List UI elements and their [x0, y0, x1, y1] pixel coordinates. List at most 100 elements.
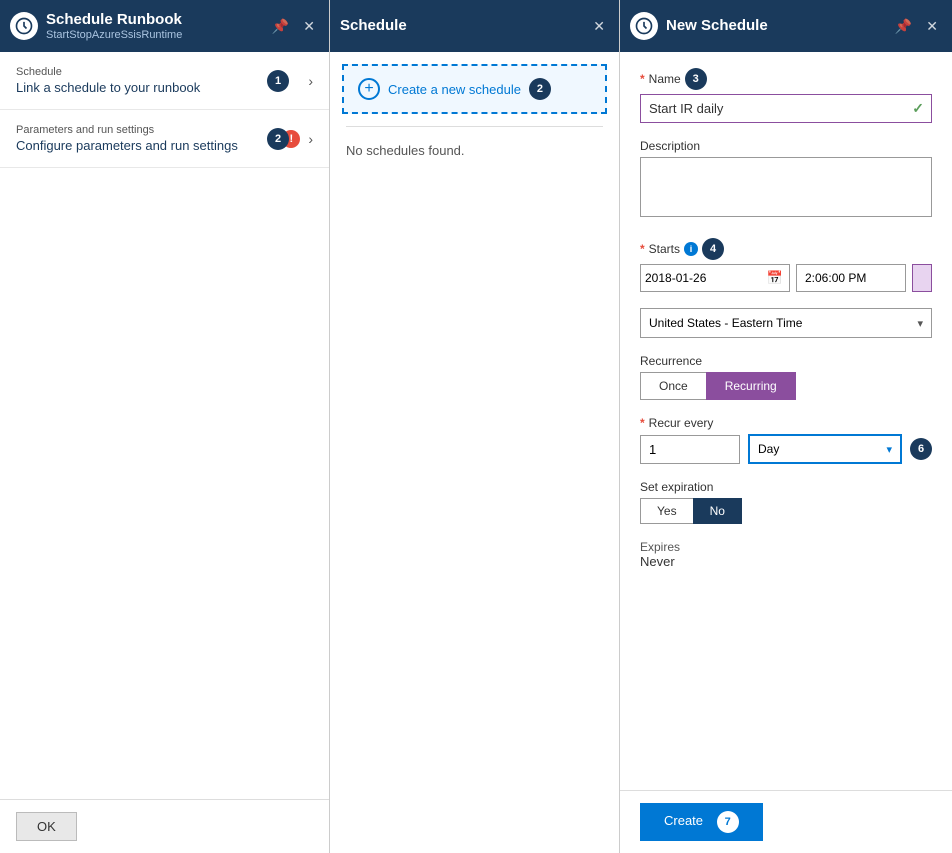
starts-group: * Starts i 4 📅: [640, 238, 932, 292]
set-expiration-label: Set expiration: [640, 480, 932, 494]
middle-panel-title-text: Schedule: [340, 17, 407, 35]
runbook-icon: [10, 12, 38, 40]
recurrence-label: Recurrence: [640, 354, 932, 368]
expires-group: Expires Never: [640, 540, 932, 569]
starts-required-star: *: [640, 242, 645, 256]
step-badge-2: 2: [267, 128, 289, 150]
set-expiration-group: Set expiration Yes No: [640, 480, 932, 524]
starts-row: 📅: [640, 264, 932, 292]
timezone-dropdown-wrap: United States - Eastern Time United Stat…: [640, 308, 932, 338]
nav-item-schedule-category: Schedule: [16, 66, 308, 78]
left-panel: Schedule Runbook StartStopAzureSsisRunti…: [0, 0, 330, 853]
starts-info-icon: i: [684, 242, 698, 256]
name-input-wrap: ✓: [640, 94, 932, 123]
recur-every-group: * Recur every Day Week Month Hour ▾ 6: [640, 416, 932, 464]
starts-label-text: Starts: [649, 242, 680, 256]
timezone-group: United States - Eastern Time United Stat…: [640, 308, 932, 338]
name-group: * Name 3 ✓: [640, 68, 932, 123]
recur-unit-select[interactable]: Day Week Month Hour: [750, 436, 900, 462]
recurrence-group: Recurrence Once Recurring: [640, 354, 932, 400]
nav-item-parameters-category: Parameters and run settings: [16, 124, 282, 136]
right-panel-title: New Schedule: [666, 17, 768, 35]
middle-panel-title: Schedule: [340, 17, 407, 35]
step-badge-7: 7: [717, 811, 739, 833]
time-picker-trigger[interactable]: [912, 264, 932, 292]
right-header-title-group: New Schedule: [630, 12, 768, 40]
plus-icon: +: [358, 78, 380, 100]
expiration-no-button[interactable]: No: [693, 498, 742, 524]
step-badge-4: 4: [702, 238, 724, 260]
right-panel: New Schedule 📌 ✕ * Name 3 ✓ Description: [620, 0, 952, 853]
step-badge-6: 6: [910, 438, 932, 460]
description-label: Description: [640, 139, 932, 153]
left-pin-button[interactable]: 📌: [268, 16, 293, 37]
right-panel-footer: Create 7: [620, 790, 952, 853]
expiration-yes-button[interactable]: Yes: [640, 498, 693, 524]
left-panel-title-text: Schedule Runbook StartStopAzureSsisRunti…: [46, 11, 182, 41]
create-schedule-label: Create a new schedule: [388, 82, 521, 97]
create-new-schedule-button[interactable]: + Create a new schedule 2: [342, 64, 607, 114]
date-input-wrap: 📅: [640, 264, 790, 292]
recur-every-label-text: Recur every: [649, 416, 714, 430]
middle-panel: Schedule ✕ + Create a new schedule 2 No …: [330, 0, 620, 853]
name-required-star: *: [640, 72, 645, 86]
recurrence-label-text: Recurrence: [640, 354, 702, 368]
starts-label: * Starts i 4: [640, 238, 932, 260]
step-badge-1: 1: [267, 70, 289, 92]
right-panel-title-text: New Schedule: [666, 17, 768, 35]
left-header-actions: 📌 ✕: [268, 16, 319, 37]
check-icon: ✓: [912, 100, 924, 117]
name-label-text: Name: [649, 72, 681, 86]
calendar-button[interactable]: 📅: [761, 266, 789, 290]
description-label-text: Description: [640, 139, 700, 153]
recurrence-toggle-group: Once Recurring: [640, 372, 932, 400]
new-schedule-icon: [630, 12, 658, 40]
left-panel-subtitle: StartStopAzureSsisRuntime: [46, 29, 182, 41]
name-label: * Name 3: [640, 68, 932, 90]
right-pin-button[interactable]: 📌: [891, 16, 916, 37]
description-group: Description: [640, 139, 932, 222]
chevron-right-icon-2: ›: [308, 131, 313, 147]
right-header-actions: 📌 ✕: [891, 16, 942, 37]
recurring-button[interactable]: Recurring: [706, 372, 796, 400]
left-panel-title: Schedule Runbook: [46, 11, 182, 29]
step-badge-3: 3: [685, 68, 707, 90]
nav-item-parameters-content: Parameters and run settings Configure pa…: [16, 124, 282, 153]
nav-item-schedule-content: Schedule Link a schedule to your runbook: [16, 66, 308, 95]
expires-label: Expires: [640, 540, 932, 554]
no-schedules-text: No schedules found.: [330, 127, 619, 174]
right-close-button[interactable]: ✕: [922, 16, 942, 37]
middle-header-title-group: Schedule: [340, 17, 407, 35]
left-header-title-group: Schedule Runbook StartStopAzureSsisRunti…: [10, 11, 182, 41]
date-input[interactable]: [641, 265, 761, 291]
nav-item-parameters-label: Configure parameters and run settings: [16, 138, 282, 153]
recur-required-star: *: [640, 416, 645, 430]
left-close-button[interactable]: ✕: [299, 16, 319, 37]
nav-item-parameters[interactable]: Parameters and run settings Configure pa…: [0, 110, 329, 168]
recur-every-input[interactable]: [640, 435, 740, 464]
time-input[interactable]: [796, 264, 906, 292]
right-panel-header: New Schedule 📌 ✕: [620, 0, 952, 52]
expires-value: Never: [640, 554, 932, 569]
step-badge-middle-2: 2: [529, 78, 551, 100]
description-textarea[interactable]: [640, 157, 932, 217]
once-button[interactable]: Once: [640, 372, 706, 400]
new-schedule-form: * Name 3 ✓ Description * Starts i 4: [620, 52, 952, 790]
middle-close-button[interactable]: ✕: [589, 16, 609, 37]
timezone-select[interactable]: United States - Eastern Time United Stat…: [641, 309, 931, 337]
middle-panel-header: Schedule ✕: [330, 0, 619, 52]
recur-every-row: Day Week Month Hour ▾ 6: [640, 434, 932, 464]
chevron-right-icon-1: ›: [308, 73, 313, 89]
nav-item-schedule[interactable]: Schedule Link a schedule to your runbook…: [0, 52, 329, 110]
name-input[interactable]: [640, 94, 932, 123]
create-button[interactable]: Create 7: [640, 803, 763, 841]
middle-header-actions: ✕: [589, 16, 609, 37]
set-expiration-toggle-group: Yes No: [640, 498, 932, 524]
left-panel-header: Schedule Runbook StartStopAzureSsisRunti…: [0, 0, 329, 52]
ok-button[interactable]: OK: [16, 812, 77, 841]
left-panel-footer: OK: [0, 799, 329, 853]
set-expiration-label-text: Set expiration: [640, 480, 713, 494]
recur-unit-wrap: Day Week Month Hour ▾: [748, 434, 902, 464]
nav-item-schedule-label: Link a schedule to your runbook: [16, 80, 308, 95]
create-button-label: Create: [664, 813, 703, 828]
